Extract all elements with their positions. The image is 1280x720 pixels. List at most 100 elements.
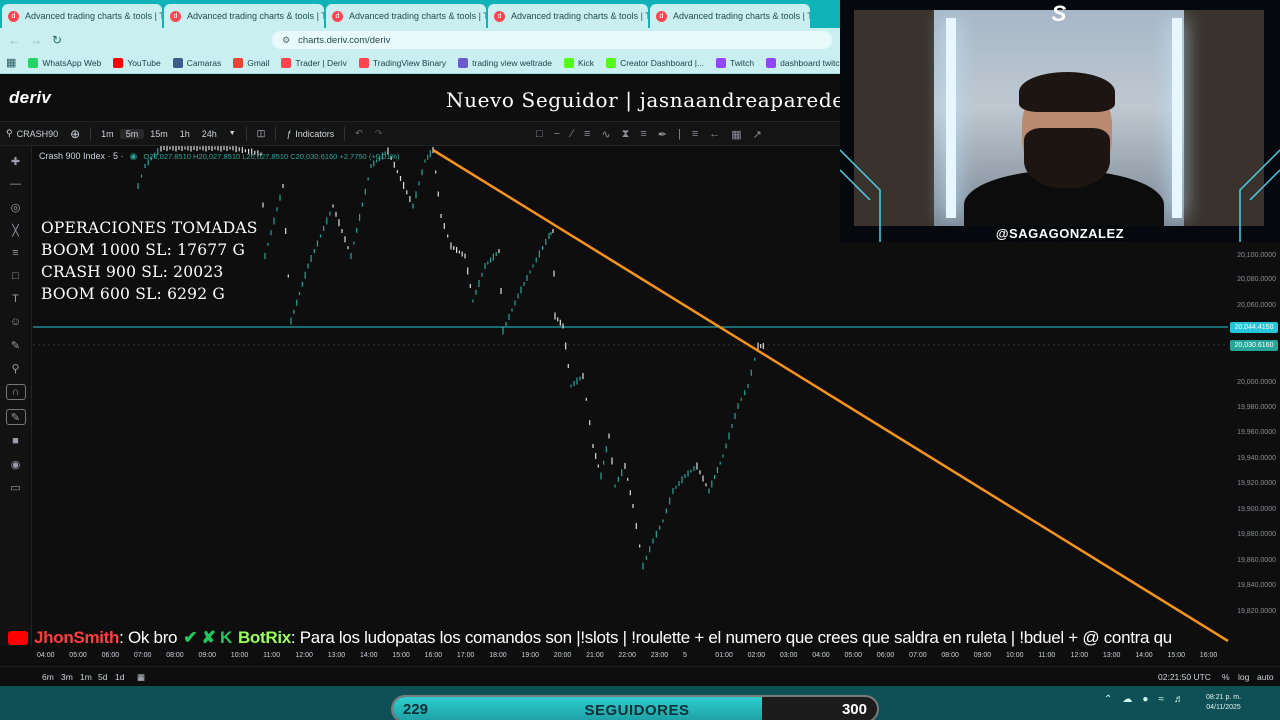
symbol-search-button[interactable]: ⚲ CRASH90	[0, 128, 64, 139]
timeframe-5m[interactable]: 5m	[119, 128, 145, 139]
bookmark-item[interactable]: Camaras	[172, 57, 222, 68]
brush-icon[interactable]: ∿	[601, 128, 610, 141]
bookmark-item[interactable]: Trader | Deriv	[281, 57, 347, 68]
indicators-button[interactable]: ƒ Indicators	[280, 129, 340, 139]
time-tick-label: 13:00	[1102, 652, 1121, 659]
bookmark-item[interactable]: TradingView Binary	[358, 57, 446, 68]
line-tool-icon[interactable]: —	[6, 177, 26, 191]
timeframe-15m[interactable]: 15m	[144, 129, 174, 139]
lock-icon[interactable]: ■	[6, 434, 26, 448]
zoom-icon[interactable]: ⚲	[6, 361, 26, 375]
forward-icon[interactable]: →	[30, 33, 42, 47]
url-field[interactable]: ⚙ charts.deriv.com/deriv	[272, 31, 833, 49]
time-tick-label: 5	[683, 652, 687, 659]
apps-grid-icon[interactable]: ▦	[6, 56, 16, 69]
time-tick-label: 10:00	[230, 652, 249, 659]
trend-line-icon[interactable]: ∕	[571, 128, 573, 140]
candles-icon: ◫	[256, 128, 266, 138]
bookmark-item[interactable]: Creator Dashboard |...	[606, 57, 704, 68]
grid-icon[interactable]: ▦	[731, 128, 741, 141]
range-3m[interactable]: 3m	[61, 672, 73, 682]
bookmark-favicon-icon	[358, 57, 369, 68]
operation-line: CRASH 900 SL: 20023	[41, 263, 224, 281]
levels-icon[interactable]: ≡	[692, 128, 698, 140]
indicators-label: Indicators	[295, 128, 335, 139]
operations-title: OPERACIONES TOMADAS	[41, 219, 258, 237]
stay-drawing-icon[interactable]: ✎	[5, 409, 26, 425]
deriv-logo[interactable]: deriv	[9, 88, 51, 108]
eye-icon[interactable]: ◉	[6, 457, 26, 471]
browser-tab[interactable]: dAdvanced trading charts & tools | Tr✕	[488, 4, 648, 28]
ruler-icon[interactable]: ✎	[6, 338, 26, 352]
timeframe-1m[interactable]: 1m	[95, 129, 120, 139]
arrow-icon[interactable]: ↗	[753, 128, 762, 141]
browser-tab[interactable]: dAdvanced trading charts & tools | Tr✕	[326, 4, 486, 28]
bookmark-item[interactable]: Gmail	[233, 57, 269, 68]
crosshair-icon[interactable]: ✚	[6, 154, 26, 168]
redo-button[interactable]: ↷	[369, 128, 389, 139]
auto-toggle[interactable]: auto	[1257, 672, 1274, 682]
horizontal-line-icon[interactable]: −	[554, 128, 560, 140]
fib-icon[interactable]: ≡	[584, 128, 590, 140]
date-range-icon[interactable]: ▦	[137, 672, 145, 683]
legend-eye-icon[interactable]: ◉	[130, 151, 138, 162]
browser-tab[interactable]: dAdvanced trading charts & tools | Tr✕	[164, 4, 324, 28]
time-tick-label: 19:00	[521, 652, 540, 659]
range-6m[interactable]: 6m	[42, 672, 54, 682]
pattern-icon[interactable]: ⧗	[622, 128, 630, 141]
bookmark-favicon-icon	[458, 57, 469, 68]
cloud-icon[interactable]: ☁	[1122, 694, 1132, 705]
timeframe-1h[interactable]: 1h	[174, 129, 196, 139]
chart-type-button[interactable]: ◫	[251, 128, 272, 139]
utc-clock[interactable]: 02:21:50 UTC	[1158, 672, 1211, 682]
time-tick-label: 11:00	[1038, 652, 1056, 659]
pen-icon[interactable]: ✒	[658, 128, 667, 141]
smiley-icon[interactable]: ☺	[6, 315, 26, 329]
bookmark-label: trading view weltrade	[472, 57, 552, 68]
back-icon[interactable]: ←	[8, 33, 20, 47]
text-icon[interactable]: T	[6, 292, 26, 306]
time-tick-label: 21:00	[586, 652, 604, 659]
bookmark-favicon-icon	[606, 57, 617, 68]
undo-button[interactable]: ↶	[349, 128, 369, 139]
timeframe-24h[interactable]: 24h	[196, 129, 223, 139]
bookmark-item[interactable]: Kick	[564, 57, 594, 68]
timeframe-dropdown[interactable]: ▼	[223, 130, 242, 137]
channel-icon[interactable]: ≡	[640, 128, 646, 140]
select-rectangle-icon[interactable]: □	[536, 128, 543, 140]
indicators-icon: ƒ	[286, 128, 292, 139]
browser-tab[interactable]: dAdvanced trading charts & tools | Tr✕	[650, 4, 810, 28]
range-1m[interactable]: 1m	[80, 672, 92, 682]
range-1d[interactable]: 1d	[115, 672, 124, 682]
chevron-up-icon[interactable]: ⌃	[1104, 694, 1112, 705]
price-tag: 20,044.4150	[1230, 322, 1278, 333]
xabcd-icon[interactable]: ╳	[6, 223, 26, 237]
reload-icon[interactable]: ↻	[52, 33, 62, 47]
bookmark-item[interactable]: dashboard twitch	[766, 57, 844, 68]
bookmark-item[interactable]: trading view weltrade	[458, 57, 552, 68]
rectangle-icon[interactable]: □	[6, 269, 26, 283]
url-text: charts.deriv.com/deriv	[298, 34, 391, 46]
bookmark-favicon-icon	[716, 57, 727, 68]
mic-icon[interactable]: ●	[1142, 694, 1148, 705]
magnet-icon[interactable]: ∩	[5, 384, 26, 400]
percent-toggle[interactable]: %	[1222, 672, 1230, 682]
circle-tool-icon[interactable]: ◎	[6, 200, 26, 214]
log-toggle[interactable]: log	[1238, 672, 1249, 682]
list-icon[interactable]: ≡	[6, 246, 26, 260]
ray-icon[interactable]: ←	[709, 128, 720, 140]
browser-tab[interactable]: dAdvanced trading charts & tools | Tr✕	[2, 4, 162, 28]
vertical-line-icon[interactable]: |	[678, 128, 681, 140]
bookmark-item[interactable]: Twitch	[716, 57, 754, 68]
bookmark-item[interactable]: YouTube	[113, 57, 161, 68]
compare-symbol-button[interactable]: ⊕	[64, 127, 86, 141]
site-info-icon[interactable]: ⚙	[282, 35, 290, 46]
range-5d[interactable]: 5d	[98, 672, 107, 682]
bookmark-item[interactable]: WhatsApp Web	[28, 57, 101, 68]
time-axis[interactable]: 04:00 05:00 06:00 07:00 08:00 09:00 10:00 11:00…	[33, 650, 1280, 664]
volume-icon[interactable]: ♬	[1174, 694, 1184, 705]
wifi-icon[interactable]: ≈	[1158, 694, 1164, 705]
trash-icon[interactable]: ▭	[6, 480, 26, 494]
bookmark-label: Camaras	[186, 57, 222, 68]
taskbar-clock[interactable]: 08:21 p. m. 04/11/2025	[1206, 693, 1241, 713]
